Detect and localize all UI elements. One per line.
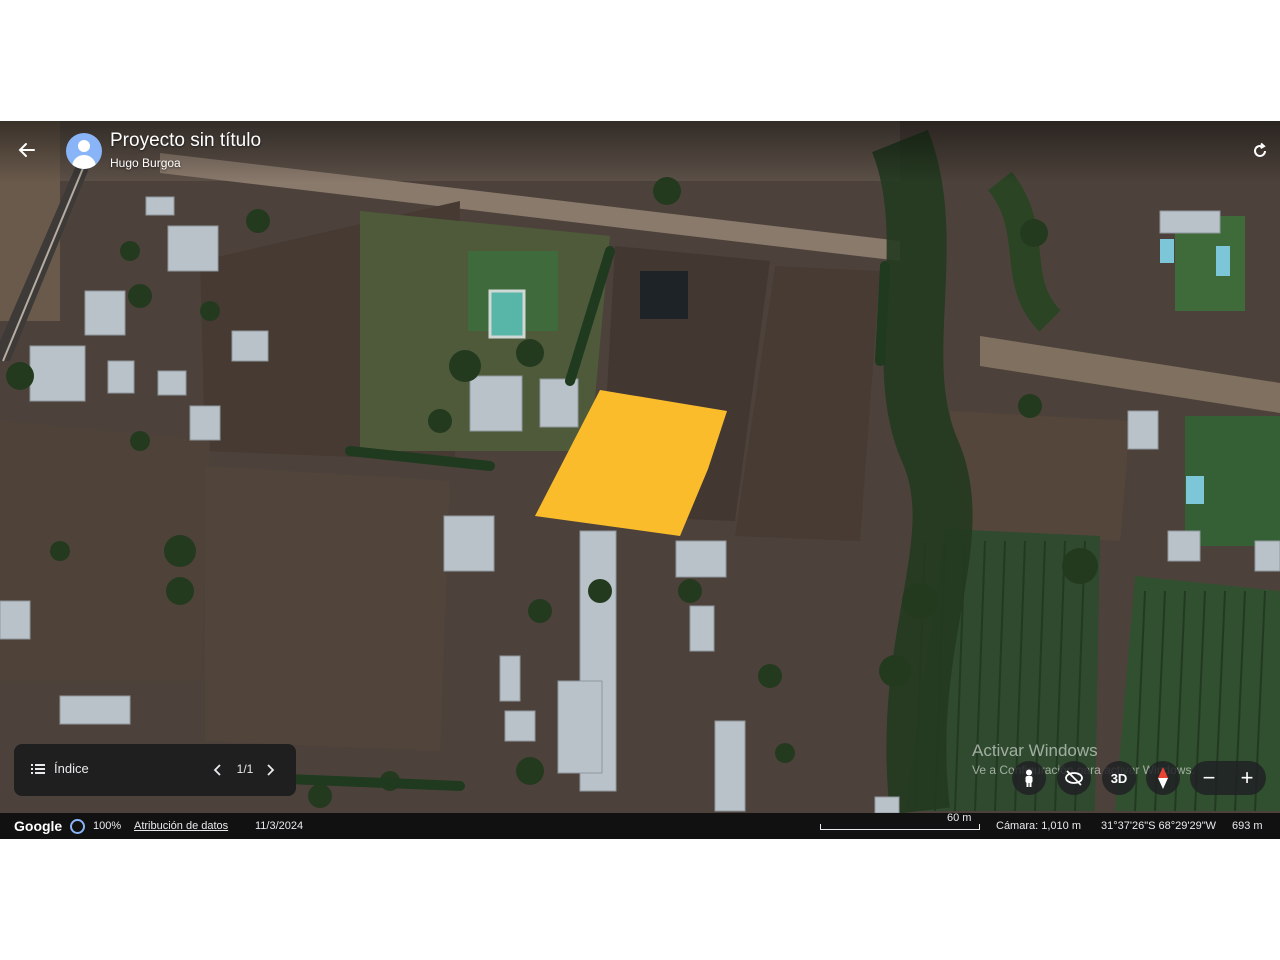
camera-altitude: Cámara: 1,010 m [996, 820, 1081, 832]
status-bar: Google 100% Atribución de datos 11/3/202… [0, 812, 1280, 839]
list-icon [31, 764, 45, 774]
earth-viewport[interactable]: Proyecto sin título Hugo Burgoa Índice 1… [0, 121, 1280, 839]
zoom-in-button[interactable]: + [1228, 761, 1266, 795]
project-owner: Hugo Burgoa [110, 156, 181, 170]
refresh-icon [1254, 142, 1266, 157]
scale-bar [820, 824, 980, 830]
next-slide-button[interactable] [262, 758, 278, 782]
page-indicator: 1/1 [236, 762, 254, 776]
project-title[interactable]: Proyecto sin título [110, 130, 261, 152]
elevation: 693 m [1232, 820, 1263, 832]
pegman-icon [1025, 769, 1033, 787]
index-panel[interactable]: Índice 1/1 [14, 744, 296, 796]
zoom-out-button[interactable]: − [1190, 761, 1228, 795]
watermark-title: Activar Windows [972, 741, 1098, 760]
scale-label: 60 m [947, 812, 972, 824]
chevron-left-icon [213, 764, 221, 776]
refresh-button[interactable] [1248, 139, 1272, 163]
zoom-controls: − + [1190, 761, 1266, 795]
3d-toggle-button[interactable]: 3D [1102, 761, 1136, 795]
quality-value: 100% [93, 820, 122, 832]
google-logo: Google [14, 818, 63, 834]
satellite-map[interactable] [0, 121, 1280, 839]
back-button[interactable] [12, 135, 42, 165]
index-label[interactable]: Índice [54, 761, 89, 776]
tilt-button[interactable] [1057, 761, 1091, 795]
imagery-date: 11/3/2024 [255, 820, 304, 832]
compass-button[interactable] [1146, 761, 1180, 795]
data-attribution-link[interactable]: Atribución de datos [134, 820, 228, 832]
quality-icon [70, 819, 85, 834]
street-view-button[interactable] [1012, 761, 1046, 795]
previous-slide-button[interactable] [210, 758, 226, 782]
chevron-right-icon [267, 764, 275, 776]
avatar-icon[interactable] [66, 133, 102, 169]
compass-icon [1158, 767, 1168, 789]
tilt-icon [1065, 770, 1083, 786]
back-arrow-icon [18, 143, 35, 157]
coordinates: 31°37'26"S 68°29'29"W [1101, 820, 1216, 832]
top-bar: Proyecto sin título Hugo Burgoa [0, 121, 1280, 183]
